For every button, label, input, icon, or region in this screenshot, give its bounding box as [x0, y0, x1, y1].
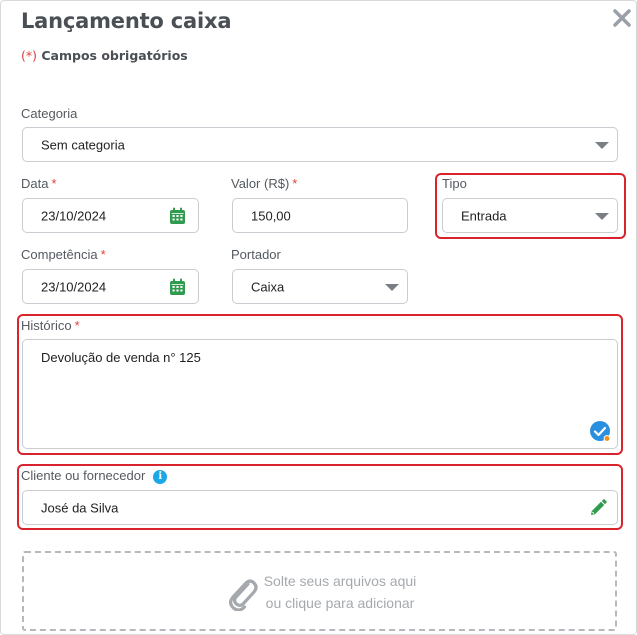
competencia-label-text: Competência [21, 247, 98, 262]
tipo-label-text: Tipo [442, 176, 467, 191]
required-asterisk: * [74, 318, 80, 333]
categoria-label-text: Categoria [21, 106, 78, 121]
close-icon[interactable] [611, 7, 633, 29]
portador-label-text: Portador [231, 247, 281, 262]
categoria-label: Categoria [21, 106, 77, 121]
historico-value: Devolução de venda n° 125 [41, 350, 201, 365]
paperclip-icon [229, 579, 258, 611]
cliente-value: José da Silva [41, 500, 119, 515]
pencil-icon[interactable] [589, 498, 607, 517]
dialog-title: Lançamento caixa [21, 9, 232, 33]
valor-input[interactable]: 150,00 [232, 198, 408, 233]
historico-label-text: Histórico [21, 318, 72, 333]
required-mark: (*) [21, 48, 38, 63]
chevron-down-icon [385, 283, 399, 291]
dropzone-line-1: Solte seus arquivos aqui [263, 573, 417, 589]
categoria-value: Sem categoria [41, 137, 125, 152]
historico-label: Histórico * [21, 318, 80, 333]
competencia-label: Competência * [21, 247, 106, 262]
cliente-label: Cliente ou fornecedor i [21, 468, 168, 484]
tipo-value: Entrada [461, 208, 507, 223]
data-value: 23/10/2024 [41, 208, 107, 223]
info-icon[interactable]: i [153, 470, 168, 484]
dropzone-text: Solte seus arquivos aqui ou clique para … [260, 570, 420, 614]
required-note-text: Campos obrigatórios [41, 48, 188, 63]
calendar-icon[interactable] [169, 207, 186, 225]
calendar-icon[interactable] [169, 278, 186, 296]
tipo-select[interactable]: Entrada [442, 198, 618, 233]
data-label: Data * [21, 176, 57, 191]
tipo-label: Tipo [442, 176, 467, 191]
portador-value: Caixa [251, 279, 285, 294]
historico-textarea[interactable]: Devolução de venda n° 125 [22, 339, 618, 449]
cliente-label-text: Cliente ou fornecedor [21, 468, 146, 483]
required-asterisk: * [51, 176, 57, 191]
required-asterisk: * [292, 176, 298, 191]
valor-label-text: Valor (R$) [231, 176, 290, 191]
data-input[interactable]: 23/10/2024 [22, 198, 199, 233]
file-dropzone[interactable]: Solte seus arquivos aqui ou clique para … [22, 551, 617, 631]
valor-label: Valor (R$) * [231, 176, 297, 191]
chevron-down-icon [595, 212, 609, 220]
chevron-down-icon [595, 141, 609, 149]
cliente-input[interactable]: José da Silva [22, 490, 618, 525]
portador-label: Portador [231, 247, 281, 262]
required-fields-note: (*) Campos obrigatórios [21, 48, 188, 63]
data-label-text: Data [21, 176, 49, 191]
competencia-value: 23/10/2024 [41, 279, 107, 294]
required-asterisk: * [100, 247, 106, 262]
portador-select[interactable]: Caixa [232, 269, 408, 304]
valor-value: 150,00 [251, 208, 291, 223]
dropzone-line-2: ou clique para adicionar [265, 595, 415, 611]
cash-entry-dialog: Lançamento caixa (*) Campos obrigatórios… [0, 0, 637, 635]
categoria-select[interactable]: Sem categoria [22, 127, 618, 162]
competencia-input[interactable]: 23/10/2024 [22, 269, 199, 304]
check-circle-icon [590, 421, 611, 442]
